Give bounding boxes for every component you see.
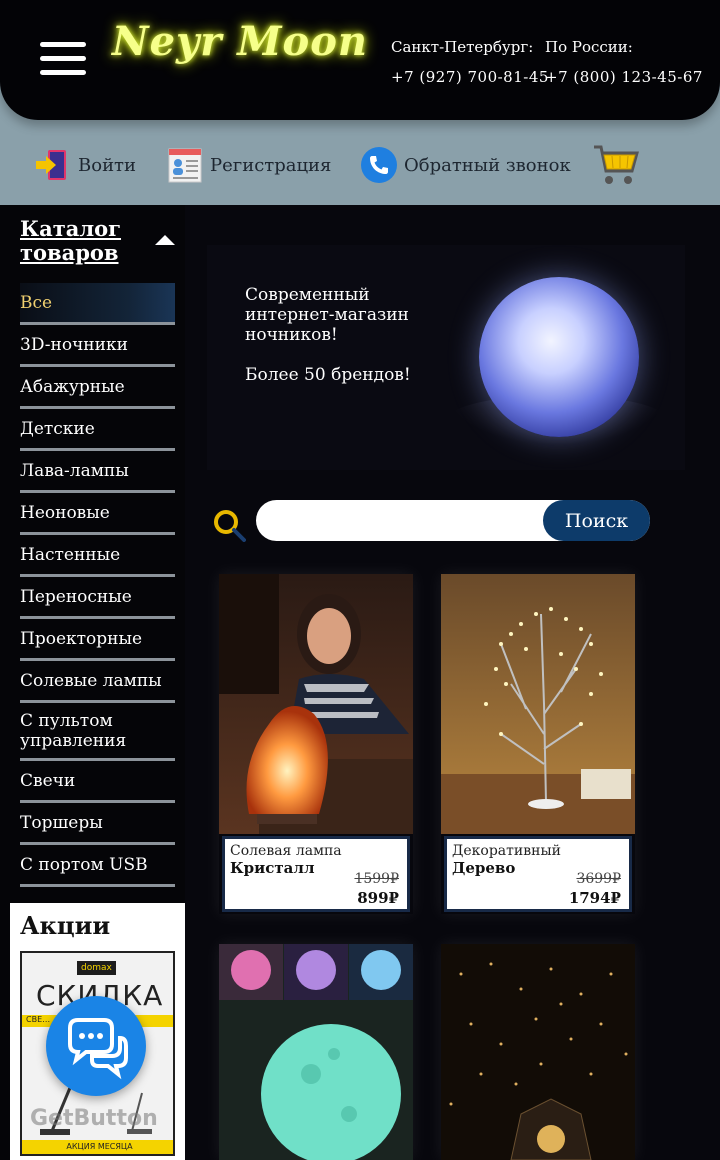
- hero-banner: Современный интернет-магазин ночников! Б…: [207, 245, 685, 470]
- search-bar: Поиск: [256, 500, 650, 541]
- category-item-lava[interactable]: Лава-лампы: [20, 451, 175, 493]
- category-item-salt[interactable]: Солевые лампы: [20, 661, 175, 703]
- category-item-wall[interactable]: Настенные: [20, 535, 175, 577]
- cart-icon: [592, 141, 640, 189]
- product-info: Декоративный Дерево 3699₽ 1794₽: [444, 836, 632, 912]
- promo-brand: domax: [77, 961, 116, 975]
- product-category: Декоративный: [452, 843, 561, 859]
- category-item-projector[interactable]: Проекторные: [20, 619, 175, 661]
- search-button[interactable]: Поиск: [543, 500, 650, 541]
- product-price: 899₽: [357, 889, 399, 907]
- callback-label: Обратный звонок: [404, 154, 571, 176]
- register-link[interactable]: Регистрация: [166, 140, 331, 190]
- header-links: Войти Регистрация Обратный звонок: [0, 140, 720, 190]
- chat-watermark: GetButton: [30, 1106, 158, 1131]
- product-image: [219, 574, 413, 834]
- contact-russia-label: По России:: [545, 38, 633, 56]
- category-item-3d[interactable]: 3D-ночники: [20, 325, 175, 367]
- category-item-shade[interactable]: Абажурные: [20, 367, 175, 409]
- product-card-moon[interactable]: [219, 944, 413, 1160]
- menu-icon[interactable]: [40, 40, 88, 76]
- product-old-price: 3699₽: [576, 871, 621, 887]
- product-price: 1794₽: [568, 889, 621, 907]
- phone-icon: [360, 146, 398, 184]
- banner-subline: Более 50 брендов!: [245, 365, 411, 385]
- header-top-bar: Neyr Moon Санкт-Петербург: +7 (927) 700-…: [0, 0, 720, 120]
- contact-spb-label: Санкт-Петербург:: [391, 38, 534, 56]
- category-item-portable[interactable]: Переносные: [20, 577, 175, 619]
- product-card-projector[interactable]: [441, 944, 635, 1160]
- category-item-kids[interactable]: Детские: [20, 409, 175, 451]
- promo-footer: АКЦИЯ МЕСЯЦА: [22, 1140, 173, 1154]
- product-image: [441, 574, 635, 834]
- category-item-candles[interactable]: Свечи: [20, 761, 175, 803]
- login-link[interactable]: Войти: [34, 140, 136, 190]
- category-item-all[interactable]: Все: [20, 283, 175, 325]
- category-item-remote[interactable]: С пультом управления: [20, 703, 175, 761]
- chat-bubbles-icon: [68, 1018, 128, 1080]
- search-input[interactable]: [270, 506, 540, 536]
- product-info: Солевая лампа Кристалл 1599₽ 899₽: [222, 836, 410, 912]
- product-card-tree[interactable]: Декоративный Дерево 3699₽ 1794₽: [441, 574, 635, 914]
- category-list: Все 3D-ночники Абажурные Детские Лава-ла…: [20, 283, 175, 887]
- contact-russia-phone[interactable]: +7 (800) 123-45-67: [545, 62, 703, 92]
- callback-link[interactable]: Обратный звонок: [360, 140, 571, 190]
- contact-spb: Санкт-Петербург: +7 (927) 700-81-45: [391, 32, 549, 92]
- product-old-price: 1599₽: [354, 871, 399, 887]
- category-item-neon[interactable]: Неоновые: [20, 493, 175, 535]
- chat-widget-button[interactable]: [46, 996, 146, 1096]
- login-icon: [34, 146, 72, 184]
- login-label: Войти: [78, 154, 137, 176]
- search-icon[interactable]: [212, 508, 246, 542]
- collapse-arrow-icon[interactable]: [155, 235, 175, 245]
- promo-title: Акции: [20, 911, 111, 940]
- product-category: Солевая лампа: [230, 843, 342, 859]
- moon-lamp-image: [479, 277, 639, 437]
- cart-button[interactable]: [592, 140, 646, 190]
- category-item-floor[interactable]: Торшеры: [20, 803, 175, 845]
- registration-form-icon: [166, 146, 204, 184]
- register-label: Регистрация: [210, 154, 332, 176]
- product-card-crystal[interactable]: Солевая лампа Кристалл 1599₽ 899₽: [219, 574, 413, 914]
- product-name[interactable]: Кристалл: [230, 859, 315, 877]
- site-header: Neyr Moon Санкт-Петербург: +7 (927) 700-…: [0, 0, 720, 205]
- banner-headline: Современный интернет-магазин ночников!: [245, 285, 409, 345]
- category-item-usb[interactable]: С портом USB: [20, 845, 175, 887]
- site-logo[interactable]: Neyr Moon: [112, 18, 368, 65]
- product-image: [441, 944, 635, 1160]
- contact-russia: По России: +7 (800) 123-45-67: [545, 32, 703, 92]
- product-name[interactable]: Дерево: [452, 859, 515, 877]
- catalog-title[interactable]: Каталог товаров: [20, 217, 140, 265]
- product-image: [219, 944, 413, 1160]
- contact-spb-phone[interactable]: +7 (927) 700-81-45: [391, 62, 549, 92]
